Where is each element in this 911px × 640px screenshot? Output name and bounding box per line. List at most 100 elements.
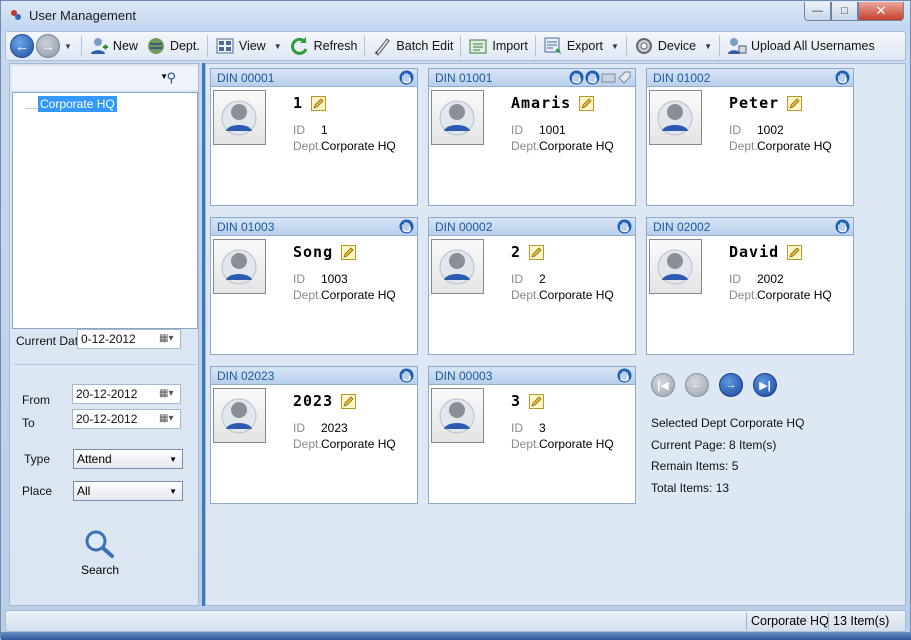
search-options-dropdown[interactable]: ▼ <box>160 72 168 81</box>
user-card[interactable]: DIN 02023 2023 ID 2023 Dept. Corporate HQ <box>210 366 418 504</box>
export-button[interactable]: Export ▼ <box>539 33 623 59</box>
back-button[interactable]: ← <box>10 34 34 58</box>
user-card-area: DIN 00001 1 ID 1 Dept. Corporate HQ DIN 01001 A… <box>205 63 906 606</box>
close-button[interactable]: ✕ <box>858 2 904 21</box>
card-dept-value: Corporate HQ <box>757 139 832 153</box>
card-id-value: 1 <box>321 123 328 137</box>
avatar[interactable] <box>213 239 266 294</box>
refresh-button[interactable]: Refresh <box>286 33 362 59</box>
fingerprint-hand-icon <box>616 219 632 237</box>
pagination-controls: |◀ ← → ▶| <box>651 373 787 397</box>
card-dept-value: Corporate HQ <box>757 288 832 302</box>
edit-pencil-icon[interactable] <box>341 394 357 409</box>
calendar-icon[interactable]: ▦▾ <box>159 388 177 400</box>
card-id-value: 2 <box>539 272 546 286</box>
card-dept-label: Dept. <box>729 288 758 302</box>
last-page-icon: ▶| <box>759 379 771 392</box>
edit-pencil-icon[interactable] <box>311 96 327 111</box>
forward-button[interactable]: → <box>36 34 60 58</box>
edit-pencil-icon[interactable] <box>529 394 545 409</box>
user-card[interactable]: DIN 00003 3 ID 3 Dept. Corporate HQ <box>428 366 636 504</box>
card-status-icons <box>616 219 632 237</box>
from-date-field[interactable]: 20-12-2012 ▦▾ <box>72 384 181 404</box>
card-header: DIN 01002 <box>647 69 853 87</box>
avatar[interactable] <box>649 90 702 145</box>
user-card[interactable]: DIN 00001 1 ID 1 Dept. Corporate HQ <box>210 68 418 206</box>
toolbar-separator <box>719 35 721 57</box>
card-dept-value: Corporate HQ <box>321 288 396 302</box>
device-button[interactable]: Device ▼ <box>630 33 716 59</box>
first-page-button[interactable]: |◀ <box>651 373 675 397</box>
upload-all-usernames-button[interactable]: Upload All Usernames <box>723 33 879 59</box>
user-card[interactable]: DIN 01002 Peter ID 1002 Dept. Corporate HQ <box>646 68 854 206</box>
user-card[interactable]: DIN 00002 2 ID 2 Dept. Corporate HQ <box>428 217 636 355</box>
status-count: 13 Item(s) <box>828 613 893 630</box>
place-select[interactable]: All ▼ <box>73 481 183 501</box>
maximize-button[interactable]: □ <box>831 2 858 21</box>
avatar[interactable] <box>213 388 266 443</box>
avatar[interactable] <box>431 388 484 443</box>
user-card[interactable]: DIN 01003 Song ID 1003 Dept. Corporate HQ <box>210 217 418 355</box>
edit-pencil-icon[interactable] <box>341 245 357 260</box>
next-page-button[interactable]: → <box>719 373 743 397</box>
previous-page-button[interactable]: ← <box>685 373 709 397</box>
department-tree[interactable]: ....... Corporate HQ <box>12 92 198 329</box>
card-status-icons <box>398 368 414 386</box>
view-button[interactable]: View ▼ <box>211 33 286 59</box>
edit-pencil-icon[interactable] <box>787 245 803 260</box>
tag-icon <box>616 70 632 88</box>
previous-page-icon: ← <box>691 379 703 391</box>
card-name-text: Amaris <box>511 94 572 112</box>
window-controls: — □ ✕ <box>804 2 904 22</box>
view-dropdown-arrow-icon: ▼ <box>273 41 282 51</box>
import-button-label: Import <box>492 39 528 53</box>
toolbar-separator <box>80 35 82 57</box>
card-header: DIN 01001 <box>429 69 635 87</box>
card-header: DIN 01003 <box>211 218 417 236</box>
avatar[interactable] <box>213 90 266 145</box>
batch-edit-button[interactable]: Batch Edit <box>368 33 457 59</box>
calendar-icon[interactable]: ▦▾ <box>159 413 177 425</box>
chevron-down-icon: ▼ <box>169 455 177 464</box>
avatar[interactable] <box>649 239 702 294</box>
card-id-value: 1003 <box>321 272 348 286</box>
import-button[interactable]: Import <box>464 33 531 59</box>
close-icon: ✕ <box>875 3 887 18</box>
batch-edit-button-label: Batch Edit <box>396 39 454 53</box>
history-dropdown[interactable]: ▼ <box>64 42 72 51</box>
card-dept-label: Dept. <box>729 139 758 153</box>
magnifier-icon <box>85 530 114 558</box>
user-card[interactable]: DIN 02002 David ID 2002 Dept. Corporate HQ <box>646 217 854 355</box>
current-date-field[interactable]: 0-12-2012 ▦▾ <box>77 329 181 349</box>
department-icon <box>147 38 164 54</box>
type-select[interactable]: Attend ▼ <box>73 449 183 469</box>
fingerprint-hand-icon <box>568 70 584 88</box>
edit-pencil-icon[interactable] <box>529 245 545 260</box>
last-page-button[interactable]: ▶| <box>753 373 777 397</box>
edit-pencil-icon[interactable] <box>579 96 595 111</box>
to-date-field[interactable]: 20-12-2012 ▦▾ <box>72 409 181 429</box>
user-card[interactable]: DIN 01001 Amaris ID 1001 Dept. Corporate HQ <box>428 68 636 206</box>
card-id-label: ID <box>729 272 741 286</box>
search-button[interactable]: Search <box>80 529 120 577</box>
edit-pencil-icon[interactable] <box>787 96 803 111</box>
card-dept-label: Dept. <box>511 437 540 451</box>
card-header: DIN 00001 <box>211 69 417 87</box>
minimize-button[interactable]: — <box>804 2 831 21</box>
avatar[interactable] <box>431 90 484 145</box>
card-status-icons <box>834 219 850 237</box>
card-dept-value: Corporate HQ <box>321 437 396 451</box>
tree-node-corporate-hq[interactable]: Corporate HQ <box>38 96 117 112</box>
card-header: DIN 02023 <box>211 367 417 385</box>
avatar[interactable] <box>431 239 484 294</box>
next-page-icon: → <box>725 379 737 391</box>
calendar-icon[interactable]: ▦▾ <box>159 333 177 345</box>
card-id-value: 2023 <box>321 421 348 435</box>
refresh-icon <box>290 37 308 55</box>
card-name: 2023 <box>293 392 357 410</box>
tree-search-bar[interactable]: ⚲ ▼ <box>12 66 198 90</box>
dept-button[interactable]: Dept. <box>142 33 204 59</box>
new-button[interactable]: New <box>85 33 142 59</box>
card-name-text: 3 <box>511 392 522 410</box>
card-name: Peter <box>729 94 803 112</box>
